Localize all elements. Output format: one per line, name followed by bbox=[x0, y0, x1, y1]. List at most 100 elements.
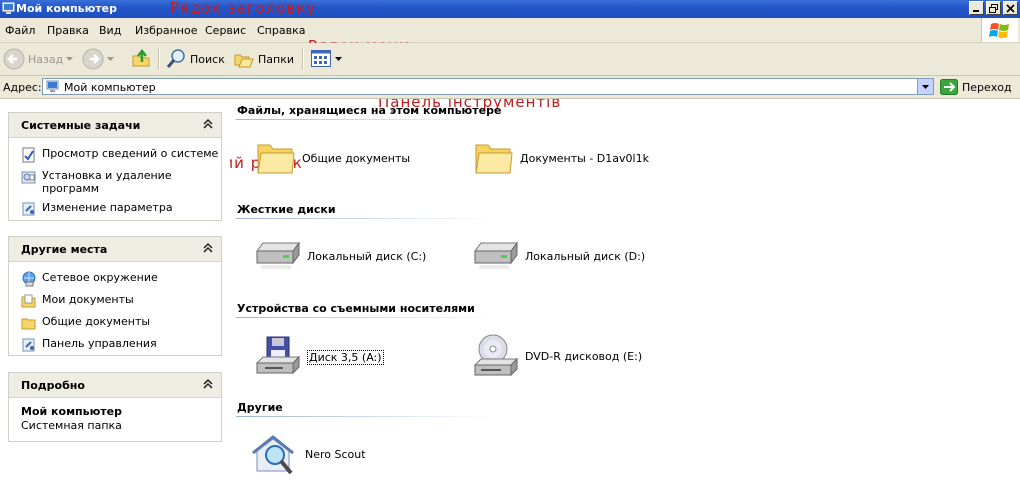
chevron-down-icon bbox=[335, 56, 342, 61]
collapse-chevron-icon[interactable] bbox=[203, 378, 213, 390]
group-divider bbox=[236, 416, 496, 417]
restore-icon bbox=[989, 4, 998, 13]
task-label: Просмотр сведений о системе bbox=[42, 147, 219, 160]
my-documents-icon bbox=[21, 294, 36, 308]
up-folder-icon bbox=[132, 48, 150, 67]
chevron-down-icon bbox=[922, 85, 929, 89]
back-button[interactable]: Назад bbox=[3, 47, 74, 71]
item-label: Локальный диск (C:) bbox=[307, 249, 427, 263]
toolbar-separator bbox=[302, 48, 304, 70]
chevron-down-icon bbox=[107, 56, 114, 61]
go-button[interactable]: Переход bbox=[940, 79, 1012, 95]
my-computer-icon bbox=[46, 80, 59, 92]
control-panel-icon bbox=[22, 202, 35, 216]
hard-drive-icon bbox=[256, 241, 300, 269]
toolbar: Назад Поиск Папки Панель інструментів bbox=[0, 43, 1020, 111]
address-dropdown-button[interactable] bbox=[917, 79, 933, 94]
item-dvd-e[interactable]: DVD-R дисковод (E:) bbox=[471, 333, 642, 379]
address-label: Адрес: bbox=[3, 81, 42, 94]
floppy-drive-icon bbox=[255, 336, 301, 375]
place-my-documents[interactable]: Мои документы bbox=[21, 293, 221, 309]
up-folder-button[interactable] bbox=[130, 47, 152, 71]
item-label: Общие документы bbox=[302, 151, 411, 165]
title-bar[interactable]: Мой компьютер Рядок заголовку bbox=[0, 0, 1020, 18]
details-header[interactable]: Подробно bbox=[9, 373, 221, 398]
back-label: Назад bbox=[28, 52, 64, 66]
address-input[interactable]: Мой компьютер bbox=[42, 78, 934, 95]
search-button[interactable]: Поиск bbox=[165, 47, 225, 71]
collapse-chevron-icon[interactable] bbox=[203, 118, 213, 130]
item-label: DVD-R дисковод (E:) bbox=[525, 349, 643, 363]
group-divider bbox=[236, 218, 496, 219]
task-label: Изменение параметра bbox=[42, 201, 173, 214]
close-icon bbox=[1006, 4, 1015, 13]
menu-favorites[interactable]: Избранное bbox=[135, 24, 197, 37]
item-local-disk-c[interactable]: Локальный диск (C:) bbox=[253, 239, 426, 273]
panel-title: Подробно bbox=[21, 379, 85, 392]
my-computer-icon bbox=[2, 2, 15, 14]
folder-icon bbox=[21, 318, 36, 330]
task-add-remove-programs[interactable]: Установка и удаление программ bbox=[21, 169, 221, 195]
forward-button[interactable] bbox=[82, 47, 114, 71]
system-info-icon bbox=[22, 147, 35, 163]
collapse-chevron-icon[interactable] bbox=[203, 242, 213, 254]
dvd-drive-icon bbox=[473, 334, 519, 377]
panel-title: Другие места bbox=[21, 243, 108, 256]
item-label: Nero Scout bbox=[305, 447, 366, 461]
other-places-header[interactable]: Другие места bbox=[9, 237, 221, 262]
menu-view[interactable]: Вид bbox=[99, 24, 121, 37]
minimize-icon bbox=[973, 10, 979, 12]
search-icon bbox=[166, 49, 185, 68]
close-button[interactable] bbox=[1003, 1, 1018, 15]
item-label: Локальный диск (D:) bbox=[525, 249, 646, 263]
item-nero-scout[interactable]: Nero Scout bbox=[251, 431, 366, 477]
chevron-down-icon bbox=[66, 56, 74, 61]
place-label: Сетевое окружение bbox=[42, 271, 158, 284]
address-value: Мой компьютер bbox=[64, 81, 156, 94]
other-places-panel: Другие места Сетевое окружение Мои докум… bbox=[8, 236, 222, 356]
menu-edit[interactable]: Правка bbox=[47, 24, 89, 37]
search-label: Поиск bbox=[190, 52, 225, 66]
place-shared-documents[interactable]: Общие документы bbox=[21, 315, 221, 331]
network-icon bbox=[22, 271, 36, 287]
details-panel: Подробно Мой компьютер Системная папка bbox=[8, 372, 222, 442]
group-header-other: Другие bbox=[237, 401, 283, 414]
item-local-disk-d[interactable]: Локальный диск (D:) bbox=[471, 239, 645, 273]
add-remove-programs-icon bbox=[21, 171, 36, 184]
menu-help[interactable]: Справка bbox=[257, 24, 305, 37]
annotation-title-row: Рядок заголовку bbox=[170, 0, 317, 17]
go-label: Переход bbox=[962, 80, 1012, 94]
toolbar-separator bbox=[158, 48, 160, 70]
forward-arrow-icon bbox=[82, 48, 104, 70]
item-shared-documents[interactable]: Общие документы bbox=[256, 139, 410, 177]
task-label: Установка и удаление программ bbox=[42, 169, 172, 195]
system-tasks-panel: Системные задачи Просмотр сведений о сис… bbox=[8, 112, 222, 221]
window-title: Мой компьютер bbox=[16, 2, 118, 15]
folders-icon bbox=[234, 54, 254, 68]
task-view-system-info[interactable]: Просмотр сведений о системе bbox=[21, 147, 221, 163]
menu-tools[interactable]: Сервис bbox=[205, 24, 246, 37]
place-label: Общие документы bbox=[42, 315, 151, 328]
restore-button[interactable] bbox=[986, 1, 1001, 15]
group-divider bbox=[236, 317, 496, 318]
views-button[interactable] bbox=[310, 47, 342, 71]
place-control-panel[interactable]: Панель управления bbox=[21, 337, 221, 353]
folders-button[interactable]: Папки bbox=[233, 47, 294, 71]
nero-scout-icon bbox=[252, 435, 294, 475]
place-network[interactable]: Сетевое окружение bbox=[21, 271, 221, 287]
task-change-setting[interactable]: Изменение параметра bbox=[21, 201, 221, 217]
go-arrow-icon bbox=[940, 79, 958, 95]
item-user-documents[interactable]: Документы - D1av0l1k bbox=[474, 139, 649, 177]
system-tasks-header[interactable]: Системные задачи bbox=[9, 113, 221, 138]
control-panel-icon bbox=[22, 338, 35, 352]
hard-drive-icon bbox=[474, 241, 518, 269]
menu-file[interactable]: Файл bbox=[5, 24, 35, 37]
menu-bar: Файл Правка Вид Избранное Сервис Справка… bbox=[0, 18, 1020, 55]
views-icon bbox=[311, 50, 331, 67]
group-header-removable: Устройства со съемными носителями bbox=[237, 302, 475, 315]
panel-title: Системные задачи bbox=[21, 119, 141, 132]
minimize-button[interactable] bbox=[969, 1, 984, 15]
address-bar: Адрес: Мой компьютер Переход Адресний ря… bbox=[0, 76, 1020, 172]
group-divider bbox=[236, 119, 496, 120]
item-floppy-a[interactable]: Диск 3,5 (A:) bbox=[253, 335, 384, 379]
